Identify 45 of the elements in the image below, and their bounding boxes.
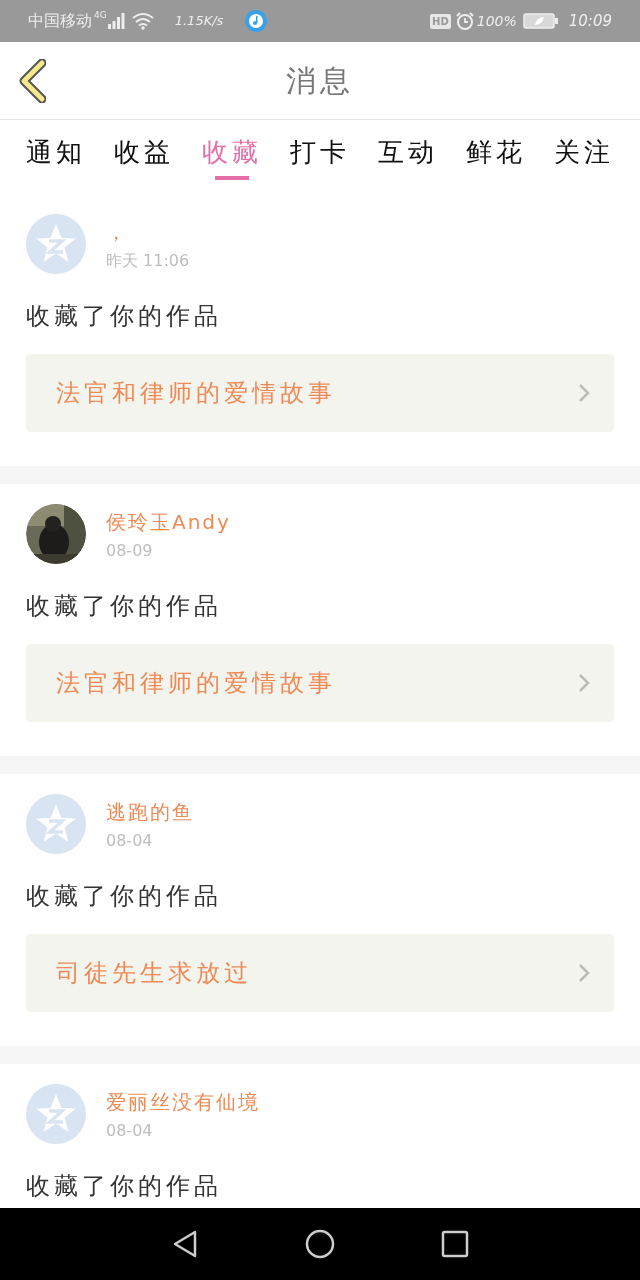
wifi-icon: [130, 12, 155, 30]
message-time: 08-04: [106, 830, 154, 852]
message-text: 收藏了你的作品: [26, 591, 223, 622]
back-icon: [18, 58, 46, 103]
chevron-right-icon: [578, 963, 590, 983]
tab[interactable]: 收益: [114, 134, 174, 180]
avatar-icon: [26, 214, 86, 274]
music-icon: [245, 10, 268, 32]
carrier-name: 中国移动: [28, 10, 92, 32]
tab[interactable]: 收藏: [202, 134, 262, 180]
message-text: 收藏了你的作品: [26, 881, 223, 912]
home-icon[interactable]: [305, 1229, 335, 1259]
signal-icon: [106, 13, 125, 29]
avatar-icon: [26, 794, 86, 854]
hd-badge: HD: [430, 13, 451, 29]
tab[interactable]: 关注: [554, 134, 614, 180]
work-link[interactable]: 司徒先生求放过: [26, 934, 614, 1012]
battery-icon: [522, 13, 559, 29]
alarm-icon: [454, 11, 475, 31]
message-time: 昨天 11:06: [106, 250, 190, 272]
tab[interactable]: 鲜花: [466, 134, 526, 180]
back-button[interactable]: [18, 58, 48, 103]
avatar-icon: [26, 1084, 86, 1144]
user-name[interactable]: 逃跑的鱼: [106, 798, 194, 826]
chevron-right-icon: [578, 383, 590, 403]
message-time: 08-04: [106, 1120, 154, 1142]
tab[interactable]: 通知: [26, 134, 86, 180]
user-name[interactable]: ，: [106, 218, 190, 246]
message-text: 收藏了你的作品: [26, 1171, 223, 1202]
chevron-right-icon: [578, 673, 590, 693]
clock-time: 10:09: [568, 10, 612, 32]
work-link[interactable]: 法官和律师的爱情故事: [26, 354, 614, 432]
network-type: 4G: [94, 9, 107, 23]
network-speed: 1.15K/s: [174, 12, 224, 31]
user-name[interactable]: 爱丽丝没有仙境: [106, 1088, 260, 1116]
message-text: 收藏了你的作品: [26, 301, 223, 332]
user-name[interactable]: 侯玲玉Andy: [106, 508, 231, 536]
battery-percent: 100%: [476, 11, 517, 31]
page-title: 消息: [286, 62, 354, 100]
tab[interactable]: 打卡: [290, 134, 350, 180]
back-icon[interactable]: [171, 1229, 199, 1259]
recent-apps-icon[interactable]: [441, 1230, 469, 1258]
message-time: 08-09: [106, 540, 154, 562]
work-link[interactable]: 法官和律师的爱情故事: [26, 644, 614, 722]
tab[interactable]: 互动: [378, 134, 438, 180]
